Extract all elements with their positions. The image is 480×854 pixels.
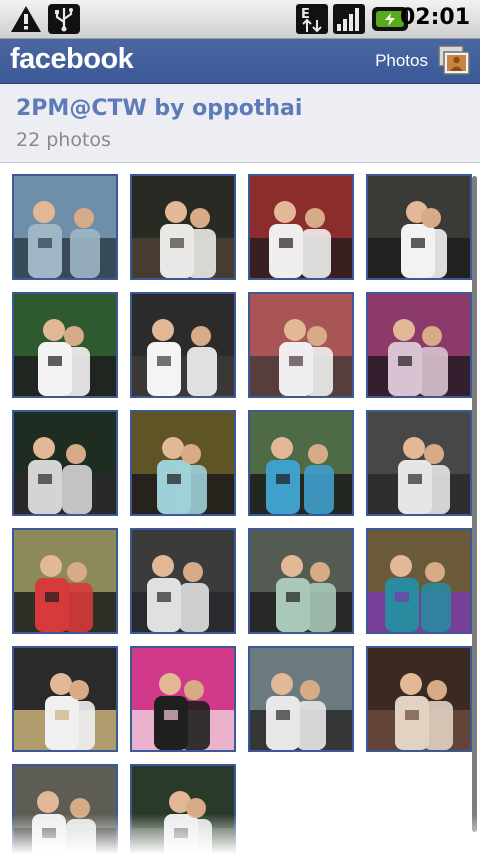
photo-thumbnail-6[interactable] bbox=[130, 292, 236, 398]
photo-thumbnail-20[interactable] bbox=[366, 646, 472, 752]
photo-thumbnail-17[interactable] bbox=[12, 646, 118, 752]
facebook-logo[interactable]: facebook bbox=[10, 43, 134, 76]
photo-image bbox=[368, 648, 470, 750]
photo-thumbnail-7[interactable] bbox=[248, 292, 354, 398]
photo-image bbox=[250, 412, 352, 514]
photo-thumbnail-4[interactable] bbox=[366, 174, 472, 280]
photo-image bbox=[132, 176, 234, 278]
album-header: 2PM@CTW by oppothai 22 photos bbox=[0, 84, 480, 163]
album-photo-count: 22 photos bbox=[16, 129, 111, 151]
photo-thumbnail-12[interactable] bbox=[366, 410, 472, 516]
photo-thumbnail-18[interactable] bbox=[130, 646, 236, 752]
photo-thumbnail-5[interactable] bbox=[12, 292, 118, 398]
photo-thumbnail-21[interactable] bbox=[12, 764, 118, 854]
photo-image bbox=[132, 766, 234, 854]
photo-thumbnail-8[interactable] bbox=[366, 292, 472, 398]
photo-thumbnail-9[interactable] bbox=[12, 410, 118, 516]
photo-image bbox=[14, 530, 116, 632]
usb-icon bbox=[48, 4, 80, 38]
photo-image bbox=[368, 530, 470, 632]
photo-image bbox=[132, 294, 234, 396]
photo-thumbnail-10[interactable] bbox=[130, 410, 236, 516]
scrollbar[interactable] bbox=[472, 176, 477, 832]
warning-icon bbox=[10, 4, 42, 38]
photo-image bbox=[368, 294, 470, 396]
photo-thumbnail-13[interactable] bbox=[12, 528, 118, 634]
photo-thumbnail-19[interactable] bbox=[248, 646, 354, 752]
photo-image bbox=[132, 412, 234, 514]
photo-image bbox=[14, 294, 116, 396]
photo-image bbox=[250, 294, 352, 396]
photo-thumbnail-15[interactable] bbox=[248, 528, 354, 634]
photo-thumbnail-16[interactable] bbox=[366, 528, 472, 634]
photo-image bbox=[14, 648, 116, 750]
photo-thumbnail-11[interactable] bbox=[248, 410, 354, 516]
photo-image bbox=[250, 176, 352, 278]
photo-thumbnail-1[interactable] bbox=[12, 174, 118, 280]
photo-grid bbox=[0, 163, 480, 854]
photo-image bbox=[132, 648, 234, 750]
photos-section-label[interactable]: Photos bbox=[375, 51, 428, 71]
photo-image bbox=[132, 530, 234, 632]
signal-icon bbox=[333, 4, 365, 38]
photos-icon[interactable] bbox=[438, 45, 470, 79]
album-title: 2PM@CTW by oppothai bbox=[16, 96, 303, 121]
photo-image bbox=[368, 176, 470, 278]
photo-thumbnail-2[interactable] bbox=[130, 174, 236, 280]
app-header: facebook Photos bbox=[0, 39, 480, 84]
photo-image bbox=[250, 648, 352, 750]
edge-data-icon: E bbox=[296, 4, 328, 38]
svg-text:E: E bbox=[301, 7, 310, 22]
photo-thumbnail-14[interactable] bbox=[130, 528, 236, 634]
status-bar: E 02:01 bbox=[0, 0, 480, 39]
photo-thumbnail-3[interactable] bbox=[248, 174, 354, 280]
clock: 02:01 bbox=[399, 5, 470, 30]
photo-thumbnail-22[interactable] bbox=[130, 764, 236, 854]
photo-image bbox=[368, 412, 470, 514]
photo-image bbox=[14, 176, 116, 278]
photo-image bbox=[14, 766, 116, 854]
photo-image bbox=[14, 412, 116, 514]
photo-image bbox=[250, 530, 352, 632]
